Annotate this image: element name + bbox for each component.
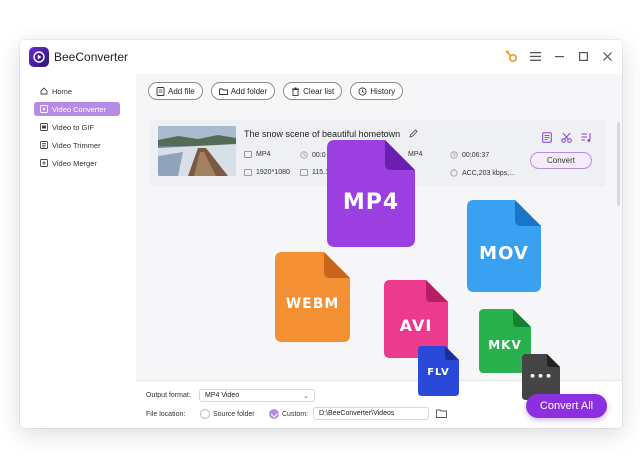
video-format-icon [244,151,252,158]
add-folder-label: Add folder [230,86,268,96]
convert-all-button[interactable]: Convert All [526,394,607,418]
scrollbar[interactable] [617,122,620,206]
title-bar: BeeConverter [20,40,622,74]
file-info-icon[interactable] [541,132,552,143]
source-resolution-value: 1920*1080 [256,169,290,176]
edit-icon[interactable] [409,129,418,140]
history-label: History [370,86,396,96]
folder-icon [218,88,228,95]
sidebar-item-video-converter[interactable]: Video Converter [34,102,120,116]
merger-icon [40,159,48,167]
add-file-label: Add file [168,86,195,96]
add-folder-button[interactable]: Add folder [210,82,276,100]
home-icon [40,87,48,95]
sidebar-item-label: Video Merger [52,158,97,168]
menu-icon[interactable] [528,49,542,63]
target-duration: 00:06:37 [450,151,489,159]
key-icon[interactable] [504,49,518,63]
close-icon[interactable] [600,49,614,63]
source-format: MP4 [244,151,270,158]
target-duration-value: 00:06:37 [462,151,490,159]
webm-file-icon: WEBM [275,252,350,342]
history-icon [358,86,367,96]
add-file-icon [156,86,165,96]
mp4-label: MP4 [342,190,400,215]
sidebar-item-video-trimmer[interactable]: Video Trimmer [34,138,120,152]
mov-file-icon: MOV [467,200,541,292]
custom-path-value: D:\BeeConverter\Videos [319,410,395,417]
sidebar-item-label: Video Trimmer [52,140,101,150]
music-settings-icon[interactable] [581,132,592,143]
output-format-select[interactable]: MP4 Video ⌄ [199,389,315,402]
toolbar: Add file Add folder Clear list History [148,82,404,100]
audio-icon [450,169,458,177]
video-thumbnail[interactable] [158,126,236,176]
clock-icon [300,151,308,159]
app-title: BeeConverter [54,50,129,64]
output-format-label: Output format: [146,392,191,399]
video-title-text: The snow scene of beautiful hometown [244,129,401,139]
source-duration-value: 00:0 [312,151,326,159]
mp4-file-icon: MP4 [327,140,415,247]
flv-label: FLV [427,367,450,378]
file-location-label: File location: [146,411,186,418]
history-button[interactable]: History [350,82,404,100]
clock-icon [450,151,458,159]
source-resolution: 1920*1080 [244,169,290,176]
target-audio: ACC,203 kbps,... [450,169,515,177]
more-formats-label: ••• [528,370,554,383]
source-format-value: MP4 [256,151,271,158]
sidebar-item-label: Video Converter [52,104,107,114]
sidebar-item-video-merger[interactable]: Video Merger [34,156,120,170]
source-size: 115.1 [300,169,329,176]
flv-file-icon: FLV [418,346,459,396]
clear-list-label: Clear list [303,86,335,96]
folder-icon[interactable] [436,409,447,418]
avi-label: AVI [399,316,433,335]
video-title: The snow scene of beautiful hometown [244,129,418,140]
trimmer-icon [40,141,48,149]
trash-icon [292,87,300,96]
sidebar-item-home[interactable]: Home [34,84,120,98]
video-converter-icon [40,105,48,113]
source-duration: 00:0 [300,151,326,159]
gif-icon [40,123,48,131]
sidebar-item-label: Video to GIF [52,122,94,132]
app-logo [29,47,49,67]
custom-radio[interactable] [269,409,279,419]
mov-label: MOV [479,243,529,264]
custom-label: Custom: [282,411,309,418]
sidebar: Home Video Converter Video to GIF Video … [20,74,136,428]
size-icon [300,169,308,176]
sidebar-item-label: Home [52,86,73,96]
resolution-icon [244,169,252,176]
chevron-down-icon: ⌄ [303,393,309,400]
custom-path-field[interactable]: D:\BeeConverter\Videos [313,407,429,420]
maximize-icon[interactable] [576,49,590,63]
minimize-icon[interactable] [552,49,566,63]
webm-label: WEBM [285,296,340,312]
clear-list-button[interactable]: Clear list [283,82,343,100]
source-folder-label: Source folder [213,411,255,418]
scissors-icon[interactable] [561,132,572,143]
add-file-button[interactable]: Add file [148,82,203,100]
target-audio-value: ACC,203 kbps,... [462,169,515,177]
convert-button[interactable]: Convert [530,152,592,169]
source-folder-radio[interactable] [200,409,210,419]
output-format-value: MP4 Video [205,392,240,399]
sidebar-item-video-to-gif[interactable]: Video to GIF [34,120,120,134]
mkv-label: MKV [488,338,522,352]
